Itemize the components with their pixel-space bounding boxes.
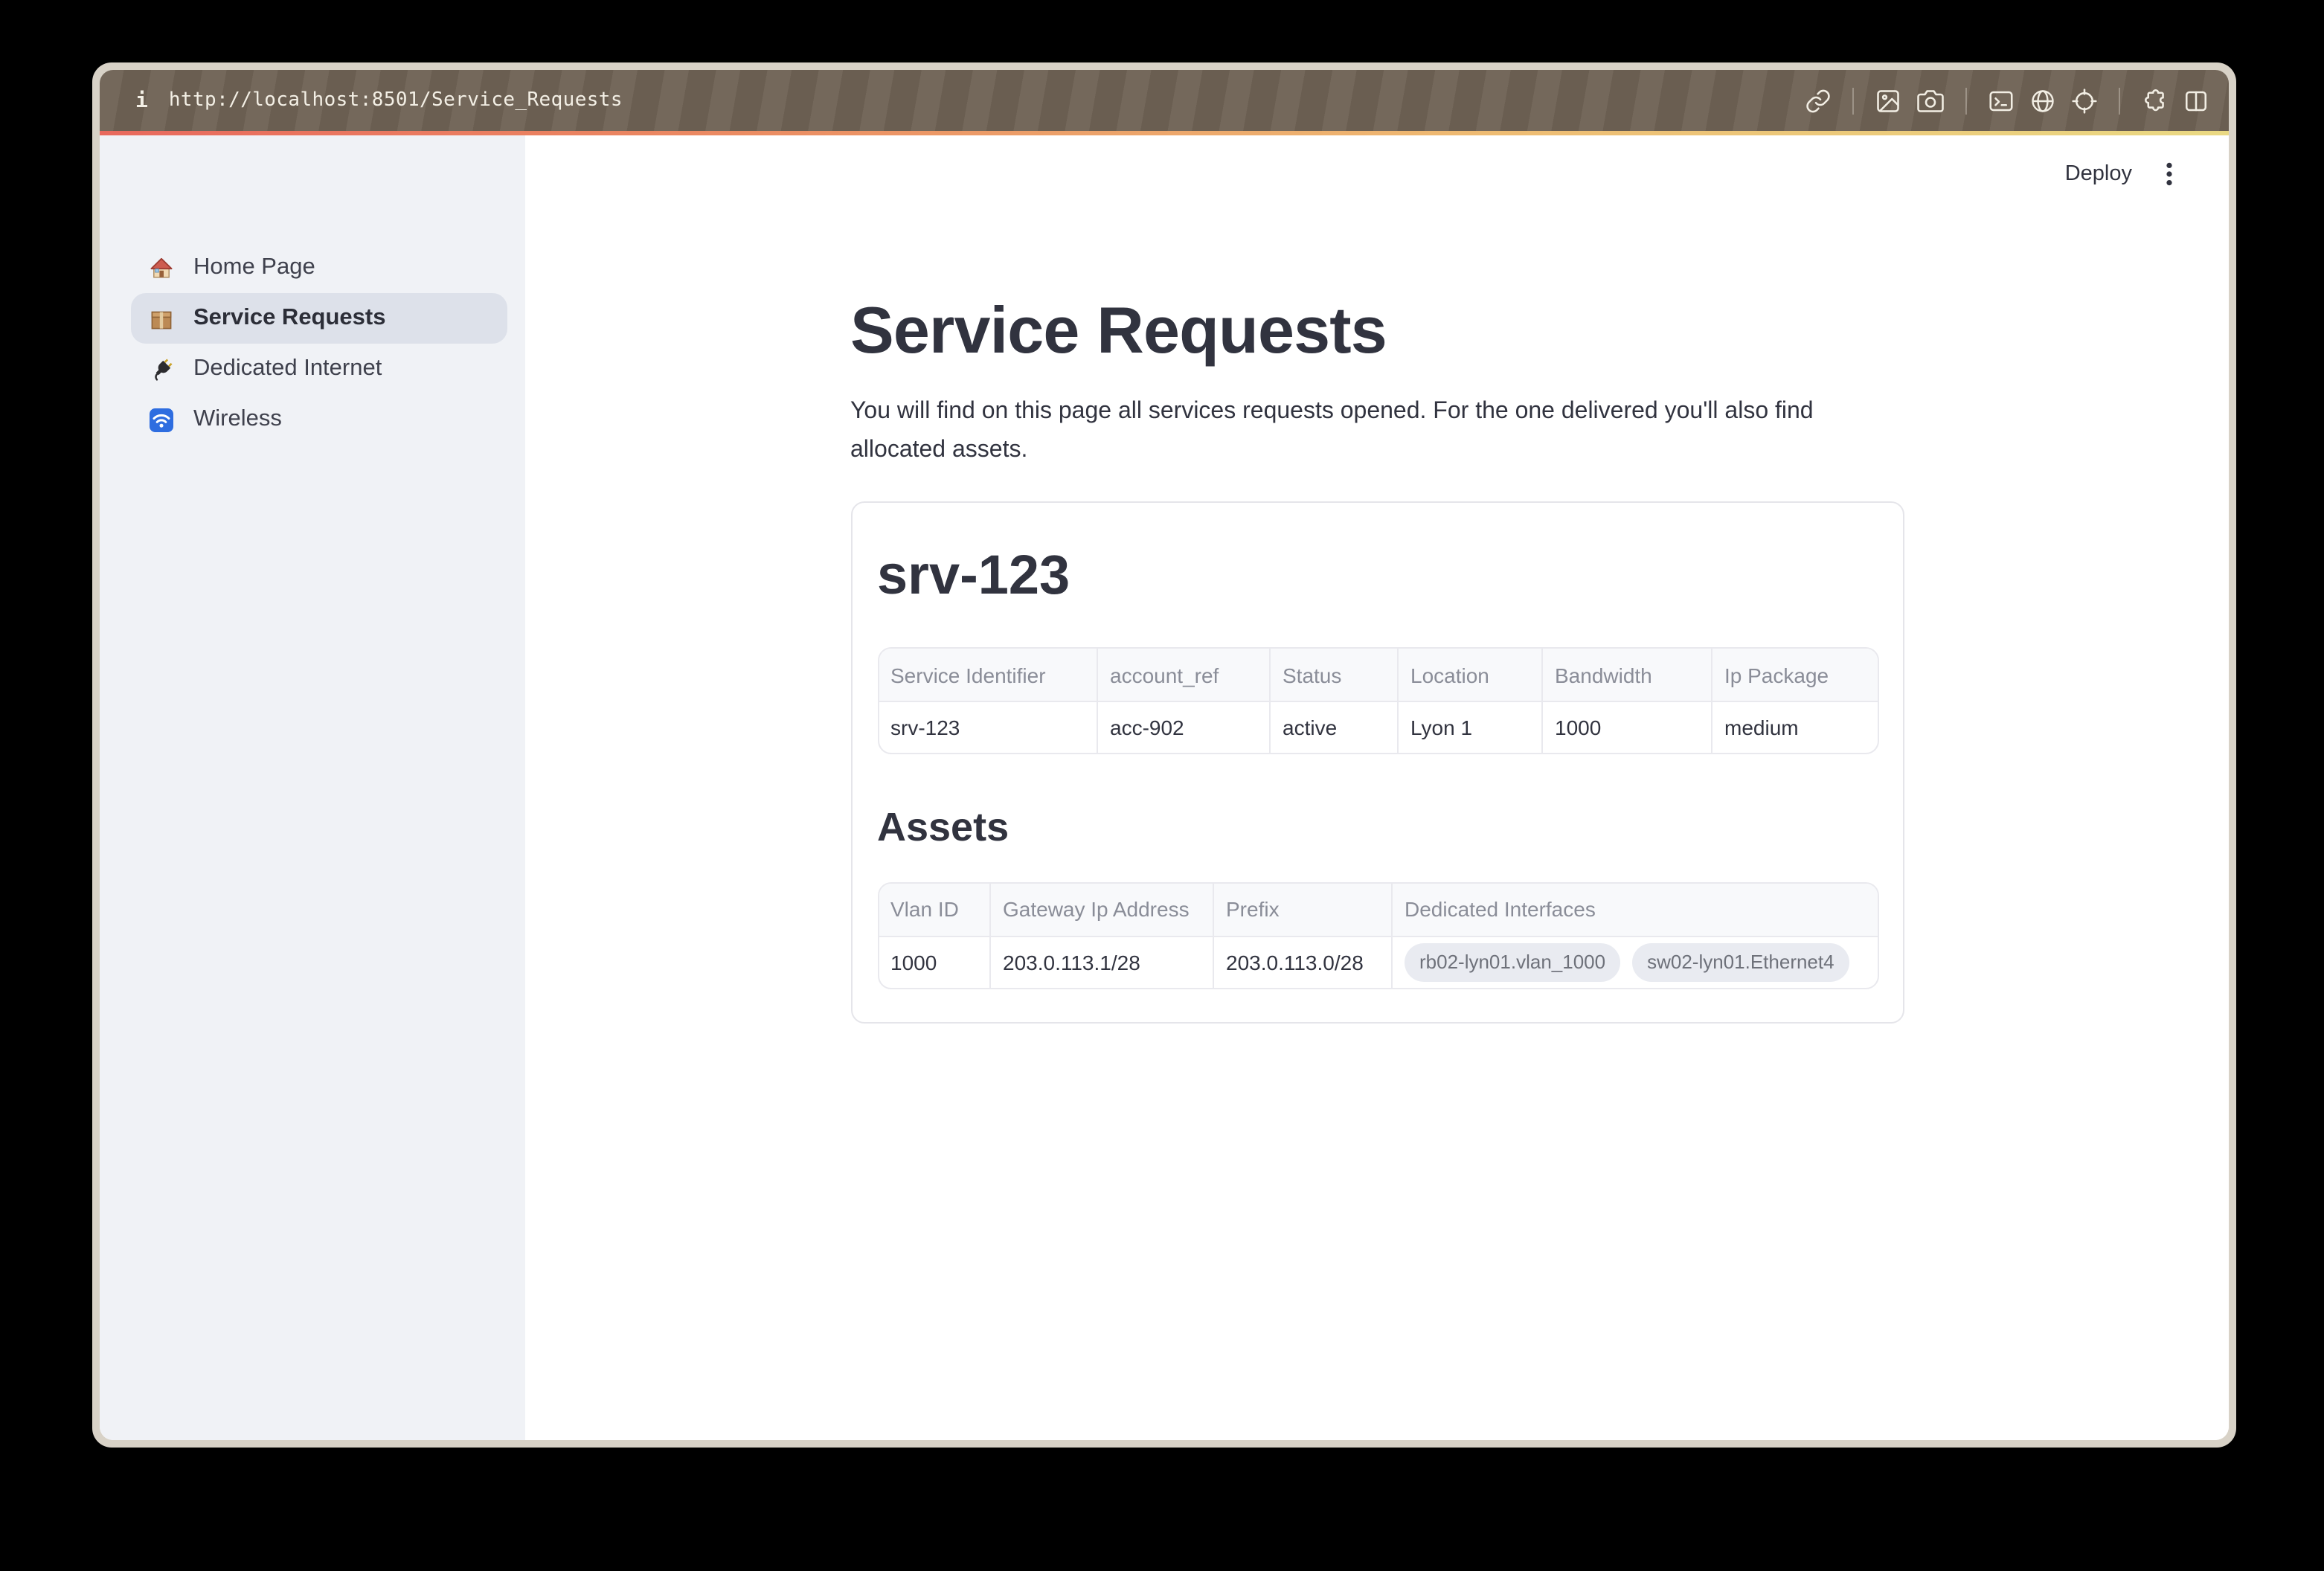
table-cell: 1000 xyxy=(1542,701,1712,754)
link-icon[interactable] xyxy=(1805,87,1832,114)
table-cell: 203.0.113.0/28 xyxy=(1213,936,1392,988)
wireless-icon xyxy=(149,407,174,432)
toolbar-divider xyxy=(1965,87,1967,114)
sidebar-item-wireless[interactable]: Wireless xyxy=(131,394,507,445)
column-header: Vlan ID xyxy=(879,884,990,936)
interface-badge: rb02-lyn01.vlan_1000 xyxy=(1405,943,1620,981)
browser-window: i http://localhost:8501/Service_Requests xyxy=(92,62,2236,1448)
service-table-wrapper: Service Identifier account_ref Status Lo… xyxy=(877,648,1878,755)
table-cell: srv-123 xyxy=(879,701,1097,754)
sidebar-item-label: Service Requests xyxy=(193,305,386,332)
column-header: Status xyxy=(1270,649,1398,701)
browser-titlebar: i http://localhost:8501/Service_Requests xyxy=(100,70,2229,131)
house-icon xyxy=(149,255,174,280)
kebab-menu-icon[interactable] xyxy=(2156,158,2183,190)
page-description: You will find on this page all services … xyxy=(850,393,1904,470)
sidebar: Home Page Service Requests xyxy=(100,135,525,1440)
column-header: Service Identifier xyxy=(879,649,1097,701)
screen: i http://localhost:8501/Service_Requests xyxy=(0,0,2324,1571)
column-header: Location xyxy=(1398,649,1542,701)
sidebar-item-label: Home Page xyxy=(193,254,315,281)
column-header: Bandwidth xyxy=(1542,649,1712,701)
table-cell: active xyxy=(1270,701,1398,754)
package-icon xyxy=(149,306,174,331)
column-header: Ip Package xyxy=(1712,649,1878,701)
toolbar-divider xyxy=(1852,87,1854,114)
service-title: srv-123 xyxy=(877,542,1877,611)
assets-table: Vlan ID Gateway Ip Address Prefix Dedica… xyxy=(879,884,1878,988)
assets-table-wrapper: Vlan ID Gateway Ip Address Prefix Dedica… xyxy=(877,882,1878,989)
columns-icon[interactable] xyxy=(2183,87,2209,114)
puzzle-icon[interactable] xyxy=(2141,87,2168,114)
browser-toolbar xyxy=(1805,87,2209,114)
table-cell: rb02-lyn01.vlan_1000 sw02-lyn01.Ethernet4 xyxy=(1392,936,1878,988)
app-header: Deploy xyxy=(525,135,2229,213)
sidebar-item-home-page[interactable]: Home Page xyxy=(131,242,507,293)
assets-title: Assets xyxy=(877,804,1877,855)
page-content: Service Requests You will find on this p… xyxy=(850,135,1904,1024)
column-header: Gateway Ip Address xyxy=(990,884,1213,936)
info-icon: i xyxy=(135,89,148,112)
toolbar-divider xyxy=(2119,87,2120,114)
service-table: Service Identifier account_ref Status Lo… xyxy=(879,649,1878,754)
table-cell: Lyon 1 xyxy=(1398,701,1542,754)
main-area: Deploy Service Requests You will find on… xyxy=(525,135,2229,1440)
column-header: Prefix xyxy=(1213,884,1392,936)
table-cell: 1000 xyxy=(879,936,990,988)
table-row: srv-123 acc-902 active Lyon 1 1000 mediu… xyxy=(879,701,1878,754)
table-row: 1000 203.0.113.1/28 203.0.113.0/28 rb02-… xyxy=(879,936,1878,988)
table-cell: acc-902 xyxy=(1097,701,1270,754)
column-header: Dedicated Interfaces xyxy=(1392,884,1878,936)
table-cell: medium xyxy=(1712,701,1878,754)
deploy-button[interactable]: Deploy xyxy=(2065,162,2132,186)
table-header-row: Vlan ID Gateway Ip Address Prefix Dedica… xyxy=(879,884,1878,936)
sidebar-item-label: Dedicated Internet xyxy=(193,356,382,382)
camera-icon[interactable] xyxy=(1916,87,1945,114)
url-field[interactable]: http://localhost:8501/Service_Requests xyxy=(169,89,623,112)
app-content: Home Page Service Requests xyxy=(100,135,2229,1440)
sidebar-item-service-requests[interactable]: Service Requests xyxy=(131,293,507,344)
plug-icon xyxy=(149,356,174,382)
table-header-row: Service Identifier account_ref Status Lo… xyxy=(879,649,1878,701)
page-title: Service Requests xyxy=(850,290,1904,372)
crosshair-icon[interactable] xyxy=(2071,87,2098,114)
column-header: account_ref xyxy=(1097,649,1270,701)
table-cell: 203.0.113.1/28 xyxy=(990,936,1213,988)
service-card: srv-123 Service Identifier xyxy=(850,501,1904,1024)
globe-icon[interactable] xyxy=(2029,87,2056,114)
sidebar-item-label: Wireless xyxy=(193,406,282,433)
image-icon[interactable] xyxy=(1875,87,1901,114)
interface-badge: sw02-lyn01.Ethernet4 xyxy=(1632,943,1849,981)
terminal-icon[interactable] xyxy=(1988,87,2015,114)
sidebar-item-dedicated-internet[interactable]: Dedicated Internet xyxy=(131,344,507,394)
